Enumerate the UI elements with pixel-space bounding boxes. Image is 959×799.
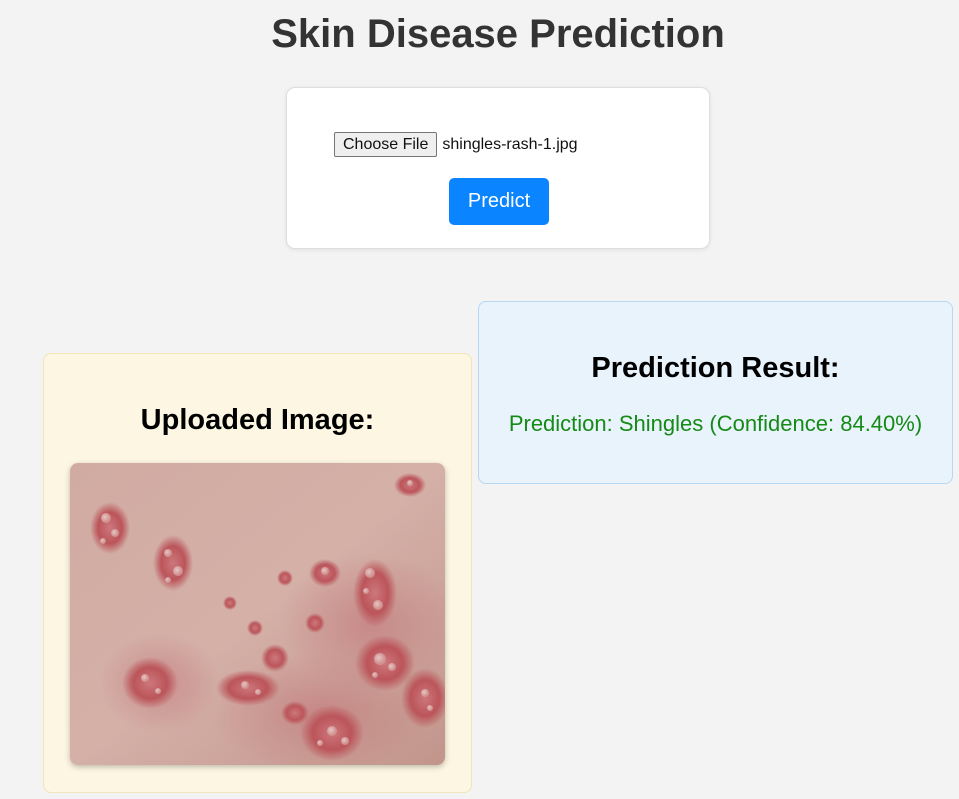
prediction-result-panel: Prediction Result: Prediction: Shingles … [478, 301, 953, 484]
choose-file-button[interactable]: Choose File [334, 132, 438, 157]
uploaded-image-panel: Uploaded Image: [43, 353, 472, 793]
prediction-result-heading: Prediction Result: [591, 352, 840, 384]
file-input[interactable]: Choose File shingles-rash-1.jpg [334, 132, 578, 157]
selected-file-name: shingles-rash-1.jpg [442, 135, 578, 153]
uploaded-image [70, 463, 445, 765]
uploaded-image-heading: Uploaded Image: [140, 404, 375, 436]
prediction-result-text: Prediction: Shingles (Confidence: 84.40%… [508, 411, 923, 436]
upload-card: Choose File shingles-rash-1.jpg Predict [286, 87, 710, 249]
page-title: Skin Disease Prediction [271, 12, 725, 56]
predict-button[interactable]: Predict [449, 178, 549, 225]
